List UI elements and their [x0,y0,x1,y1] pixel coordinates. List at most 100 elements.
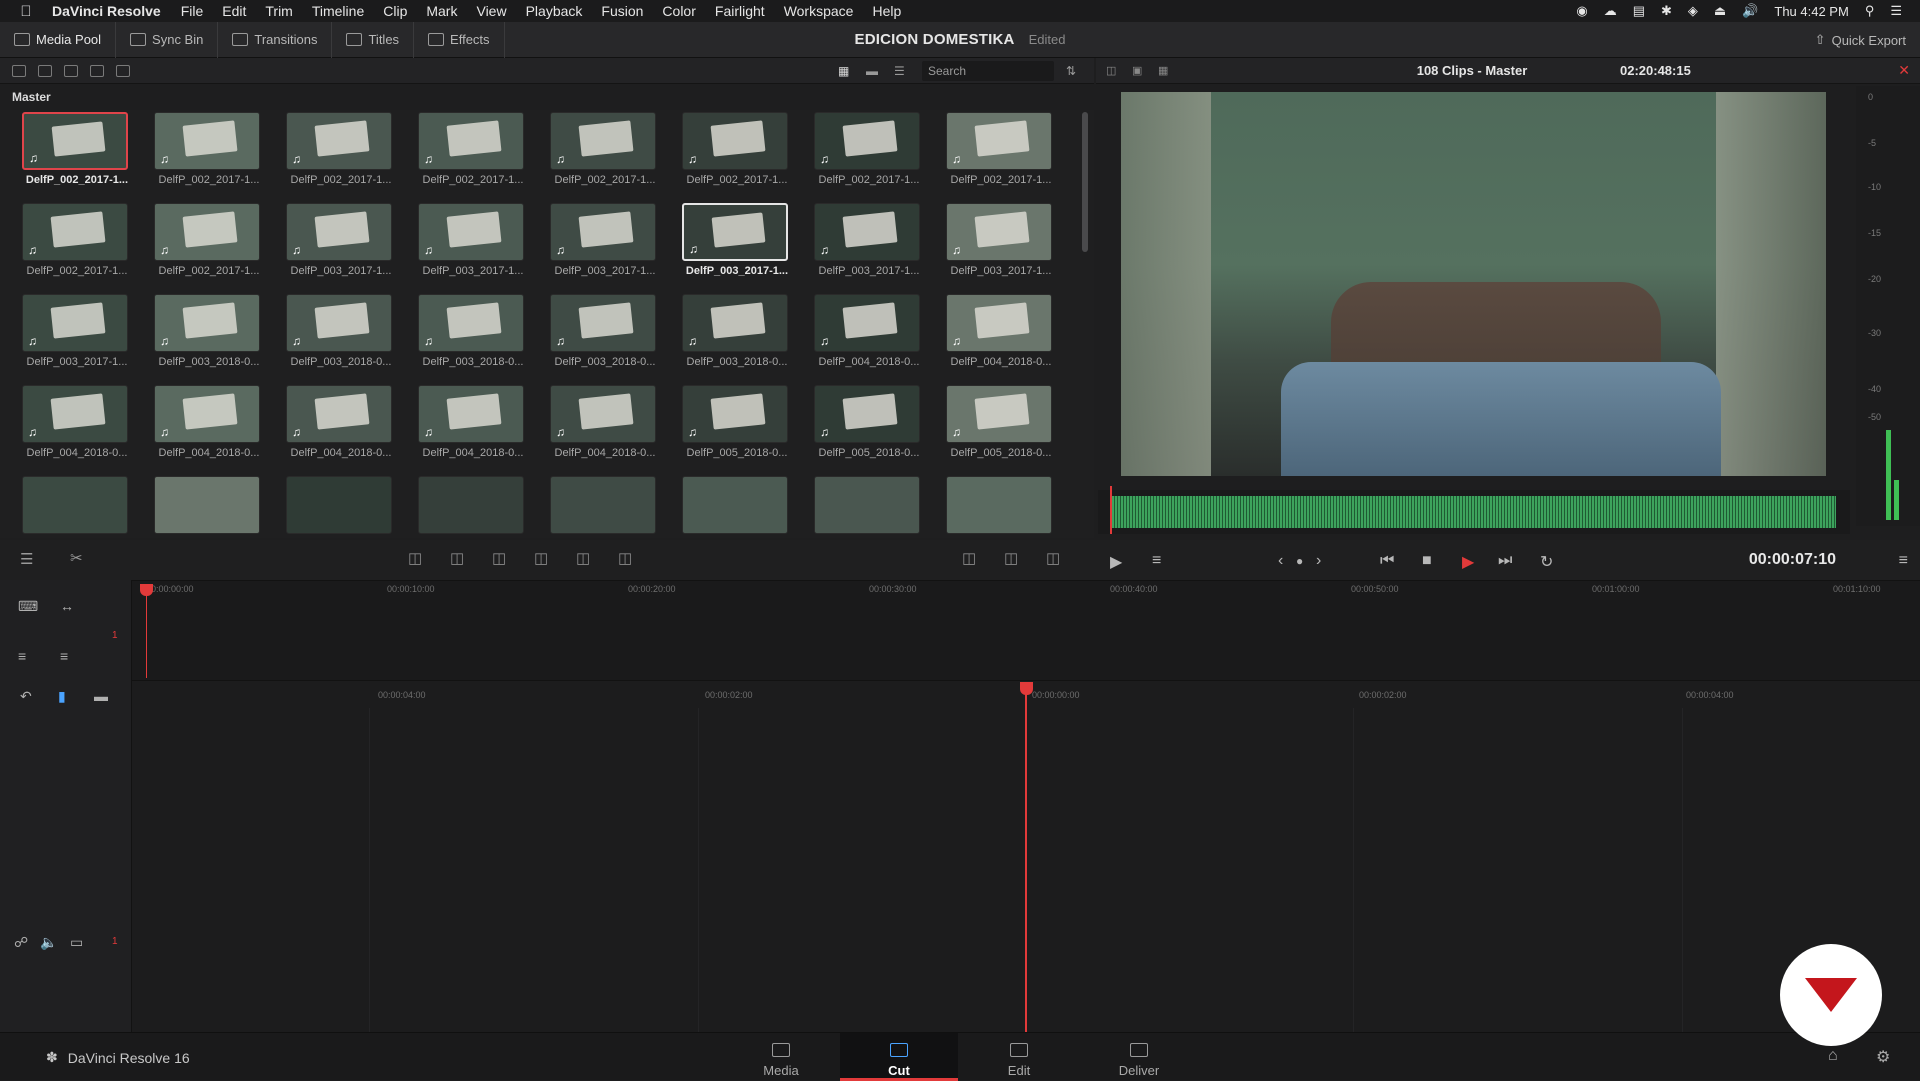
sync-bin-button[interactable]: Sync Bin [116,21,219,58]
volume-icon[interactable]: 🔊 [1742,3,1758,19]
creative-cloud-icon[interactable]: ☁ [1604,3,1617,19]
menu-fairlight[interactable]: Fairlight [715,3,765,19]
stop-icon[interactable]: ■ [1422,552,1432,570]
clip-thumbnail[interactable]: ♫ DelfP_002_2017-1... [660,110,792,186]
menu-color[interactable]: Color [662,3,695,19]
display-icon[interactable]: ▤ [1633,3,1645,19]
clip-thumbnail[interactable]: ♫ DelfP_004_2018-0... [132,363,264,459]
menu-edit[interactable]: Edit [222,3,246,19]
clip-thumbnail[interactable]: ♫ DelfP_003_2017-1... [660,181,792,277]
eject-icon[interactable]: ⏏ [1714,3,1726,19]
smart-insert-icon[interactable]: ◫ [408,549,422,567]
clip-thumbnail[interactable]: ♫ DelfP_004_2018-0... [924,272,1056,368]
menu-fusion[interactable]: Fusion [601,3,643,19]
clock[interactable]: Thu 4:42 PM [1774,4,1848,19]
sort-icon[interactable]: ⇅ [1066,64,1080,78]
clip-thumbnail[interactable]: ♫ DelfP_002_2017-1... [132,110,264,186]
clip-thumbnail[interactable]: ♫ DelfP_005_2018-0... [660,363,792,459]
clip-thumbnail[interactable] [264,454,396,538]
menu-clip[interactable]: Clip [383,3,407,19]
loop-icon[interactable]: ↻ [1540,552,1553,572]
clip-thumbnail[interactable]: ♫ DelfP_002_2017-1... [132,181,264,277]
place-on-top-icon[interactable]: ◫ [576,549,590,567]
options-icon[interactable]: ≡ [1152,552,1161,570]
tab-edit[interactable]: Edit [960,1033,1078,1081]
clip-thumbnail[interactable]: ♫ DelfP_002_2017-1... [924,110,1056,186]
prev-frame-icon[interactable]: ‹ [1278,552,1283,570]
clip-thumbnail[interactable]: ♫ DelfP_002_2017-1... [528,110,660,186]
clip-thumbnail[interactable]: ♫ DelfP_003_2017-1... [924,181,1056,277]
menu-workspace[interactable]: Workspace [784,3,854,19]
new-bin-icon[interactable] [90,64,104,77]
clip-thumbnail[interactable]: ♫ DelfP_002_2017-1... [0,110,132,186]
snap-icon[interactable]: ↶ [20,688,32,705]
viewer-mode-icon[interactable]: ▶ [1110,552,1122,572]
clip-thumbnail[interactable] [660,454,792,538]
audio-crossfade-icon[interactable]: ◫ [1046,549,1060,567]
menu-view[interactable]: View [476,3,506,19]
clip-thumbnail[interactable]: ♫ DelfP_002_2017-1... [792,110,924,186]
clip-thumbnail[interactable]: ♫ DelfP_002_2017-1... [0,181,132,277]
menu-timeline[interactable]: Timeline [312,3,364,19]
trim-tool-icon[interactable]: ↔ [60,598,74,614]
clip-thumbnail[interactable]: ♫ DelfP_003_2018-0... [264,272,396,368]
marker-icon[interactable]: ▮ [58,688,66,705]
menu-mark[interactable]: Mark [426,3,457,19]
import-media-icon[interactable] [64,64,78,77]
menu-trim[interactable]: Trim [265,3,292,19]
clip-thumbnail[interactable] [924,454,1056,538]
clip-thumbnail[interactable]: ♫ DelfP_003_2017-1... [528,181,660,277]
clip-thumbnail[interactable]: ♫ DelfP_004_2018-0... [0,363,132,459]
tab-deliver[interactable]: Deliver [1080,1033,1198,1081]
quick-export-button[interactable]: ⇧ Quick Export [1815,22,1906,58]
titles-button[interactable]: Titles [332,21,415,58]
spotlight-icon[interactable]: ⚲ [1865,3,1875,19]
clip-thumbnail[interactable]: ♫ DelfP_002_2017-1... [264,110,396,186]
pool-scrollbar[interactable] [1082,112,1088,252]
transition-dissolve-icon[interactable]: ◫ [962,549,976,567]
smart-indicator-icon[interactable]: ☰ [20,550,33,568]
settings-icon[interactable]: ⚙ [1876,1047,1890,1067]
bin-list-icon[interactable] [38,64,52,77]
strip-view-icon[interactable]: ▬ [866,64,880,78]
menu-list-icon[interactable]: ☰ [1890,3,1902,19]
upper-ruler[interactable]: 00:00:00:00 00:00:10:00 00:00:20:00 00:00:3… [134,584,1920,602]
lock-track-icon[interactable]: ☍ [14,934,28,951]
next-frame-icon[interactable]: › [1316,552,1321,570]
clip-thumbnail[interactable]: ♫ DelfP_003_2018-0... [396,272,528,368]
clip-thumbnail[interactable]: ♫ DelfP_004_2018-0... [396,363,528,459]
menu-help[interactable]: Help [872,3,901,19]
scissors-icon[interactable]: ✂ [70,549,83,567]
clip-thumbnail[interactable]: ♫ DelfP_002_2017-1... [396,110,528,186]
mute-icon[interactable]: ✕ [1898,62,1910,79]
bluetooth-icon[interactable]: ✱ [1661,3,1672,19]
clip-thumbnail[interactable]: ♫ DelfP_004_2018-0... [264,363,396,459]
clip-thumbnail[interactable]: ♫ DelfP_003_2018-0... [660,272,792,368]
wifi-icon[interactable]: ◈ [1688,3,1698,19]
track-zoom-icon[interactable]: ≡ [60,648,68,664]
tab-media[interactable]: Media [722,1033,840,1081]
clip-thumbnail[interactable]: ♫ DelfP_003_2017-1... [264,181,396,277]
viewer-menu-icon[interactable]: ≡ [1899,552,1908,570]
clip-thumbnail[interactable] [792,454,924,538]
transitions-button[interactable]: Transitions [218,21,333,58]
transition-smooth-icon[interactable]: ◫ [1004,549,1018,567]
clip-thumbnail[interactable]: ♫ DelfP_004_2018-0... [528,363,660,459]
clip-thumbnail[interactable] [396,454,528,538]
clip-thumbnail[interactable]: ♫ DelfP_004_2018-0... [792,272,924,368]
audio-waveform[interactable] [1112,496,1836,528]
clip-thumbnail[interactable]: ♫ DelfP_005_2018-0... [792,363,924,459]
clip-thumbnail[interactable]: ♫ DelfP_005_2018-0... [924,363,1056,459]
clip-thumbnail[interactable]: ♫ DelfP_003_2018-0... [528,272,660,368]
clip-thumbnail[interactable]: ♫ DelfP_003_2017-1... [0,272,132,368]
clip-thumbnail[interactable]: ♫ DelfP_003_2017-1... [792,181,924,277]
track-select-icon[interactable]: ⌨ [18,598,38,615]
skip-back-icon[interactable]: ⏮ [1380,552,1394,570]
thumbnail-view-icon[interactable]: ▦ [838,64,852,78]
sync-icon[interactable] [116,64,130,77]
effects-button[interactable]: Effects [414,21,505,58]
track-height-icon[interactable]: ≡ [18,648,26,664]
apple-icon[interactable]:  [0,3,52,20]
menu-playback[interactable]: Playback [526,3,583,19]
lower-timeline[interactable] [0,680,1920,1032]
